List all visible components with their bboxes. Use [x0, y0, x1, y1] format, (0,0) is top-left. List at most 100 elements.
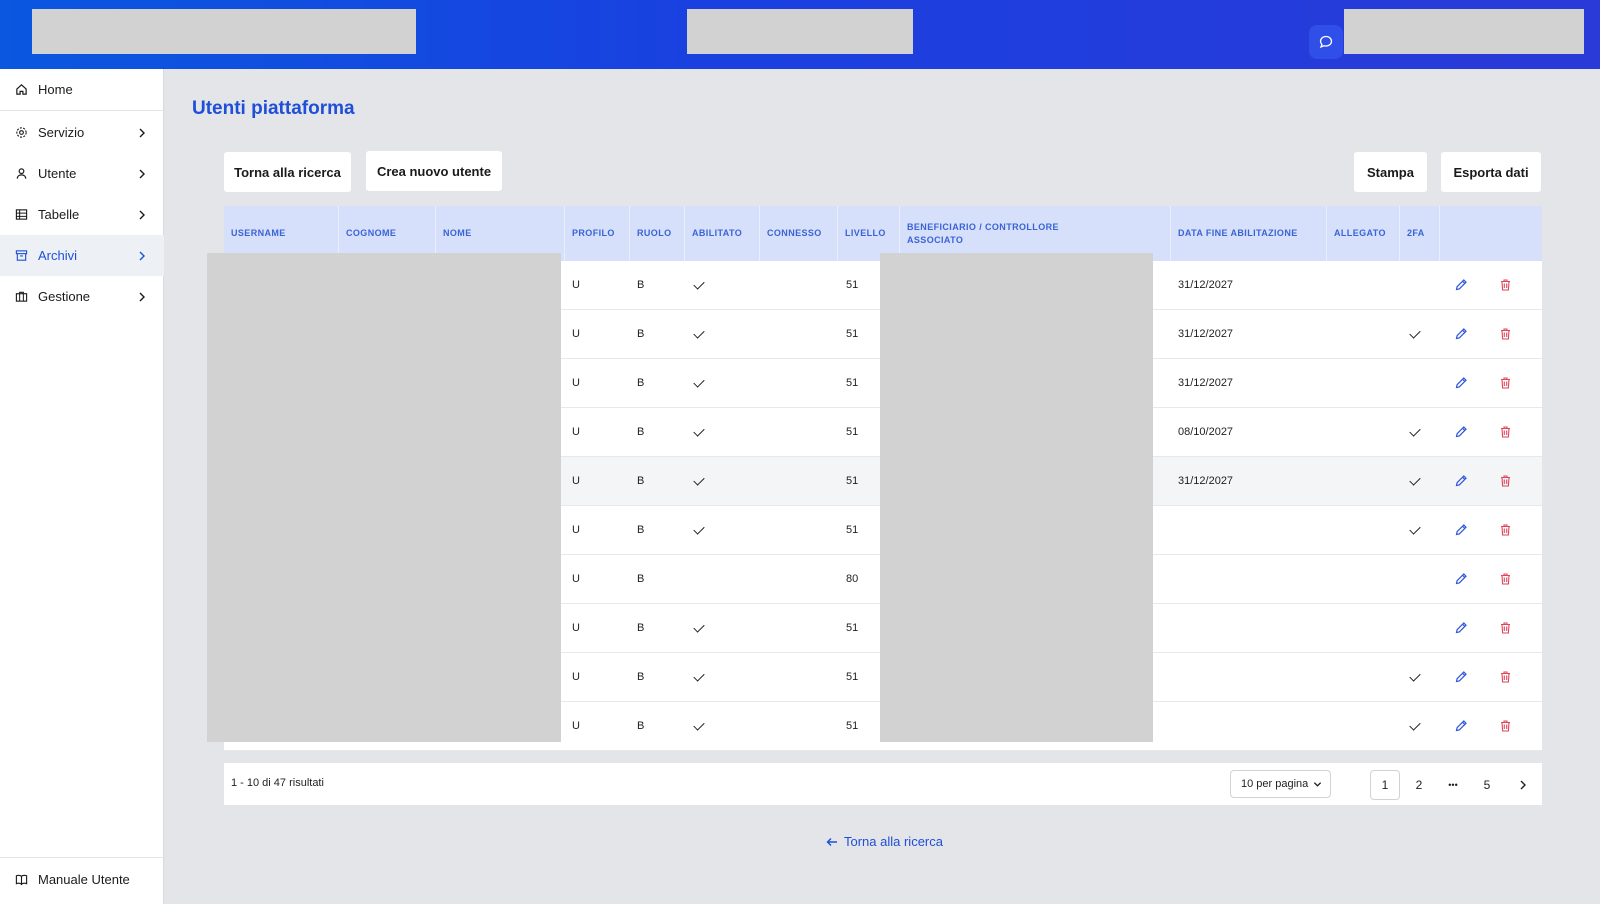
briefcase-icon [14, 290, 28, 304]
chat-button[interactable] [1309, 25, 1343, 59]
page-button-2[interactable]: 2 [1404, 770, 1434, 800]
cell-ruolo: B [637, 475, 645, 487]
cell-livello: 51 [846, 475, 859, 487]
cell-2fa [1409, 408, 1421, 456]
delete-button[interactable] [1496, 374, 1514, 392]
page-button-1[interactable]: 1 [1370, 770, 1400, 800]
sidebar-item-archivi[interactable]: Archivi [0, 235, 164, 276]
delete-button[interactable] [1496, 472, 1514, 490]
cell-2fa [1409, 653, 1421, 701]
trash-icon [1499, 621, 1512, 635]
print-button[interactable]: Stampa [1354, 152, 1427, 192]
delete-button[interactable] [1496, 717, 1514, 735]
cell-livello: 51 [846, 671, 859, 683]
sidebar-item-home[interactable]: Home [0, 69, 164, 110]
trash-icon [1499, 670, 1512, 684]
sidebar-item-gestione[interactable]: Gestione [0, 276, 164, 317]
delete-button[interactable] [1496, 521, 1514, 539]
cell-profilo: U [572, 524, 580, 536]
edit-button[interactable] [1452, 717, 1470, 735]
table-icon [14, 208, 28, 222]
gear-icon [14, 126, 28, 140]
redacted-beneficiary [880, 253, 1153, 742]
page-button-5[interactable]: 5 [1472, 770, 1502, 800]
cell-livello: 51 [846, 426, 859, 438]
check-icon [693, 277, 705, 290]
page-title: Utenti piattaforma [192, 98, 355, 119]
back-to-search-link[interactable]: Torna alla ricerca [826, 834, 943, 849]
cell-ruolo: B [637, 279, 645, 291]
back-to-search-button[interactable]: Torna alla ricerca [224, 152, 351, 192]
cell-ruolo: B [637, 720, 645, 732]
edit-button[interactable] [1452, 374, 1470, 392]
cell-profilo: U [572, 720, 580, 732]
sidebar-item-manuale[interactable]: Manuale Utente [0, 859, 164, 900]
cell-profilo: U [572, 573, 580, 585]
column-header-actions [1440, 206, 1542, 261]
trash-icon [1499, 376, 1512, 390]
home-icon [14, 83, 28, 97]
column-header-abilitato[interactable]: ABILITATO [685, 206, 760, 261]
archive-icon [14, 249, 28, 263]
edit-button[interactable] [1452, 423, 1470, 441]
edit-button[interactable] [1452, 521, 1470, 539]
redacted-user-names [207, 253, 561, 742]
delete-button[interactable] [1496, 276, 1514, 294]
column-header-data-fine[interactable]: DATA FINE ABILITAZIONE [1171, 206, 1327, 261]
edit-button[interactable] [1452, 619, 1470, 637]
create-user-button[interactable]: Crea nuovo utente [366, 151, 502, 191]
column-header-2fa[interactable]: 2FA [1400, 206, 1440, 261]
delete-button[interactable] [1496, 570, 1514, 588]
column-header-profilo[interactable]: PROFILO [565, 206, 630, 261]
cell-profilo: U [572, 279, 580, 291]
check-icon [1409, 326, 1421, 339]
delete-button[interactable] [1496, 619, 1514, 637]
sidebar-item-utente[interactable]: Utente [0, 153, 164, 194]
sidebar-item-label: Utente [38, 166, 77, 181]
cell-ruolo: B [637, 622, 645, 634]
edit-button[interactable] [1452, 668, 1470, 686]
check-icon [693, 424, 705, 437]
check-icon [1409, 424, 1421, 437]
edit-button[interactable] [1452, 325, 1470, 343]
cell-2fa [1409, 702, 1421, 750]
check-icon [1409, 473, 1421, 486]
results-count: 1 - 10 di 47 risultati [231, 777, 324, 789]
delete-button[interactable] [1496, 325, 1514, 343]
next-page-button[interactable] [1508, 770, 1538, 800]
cell-profilo: U [572, 475, 580, 487]
trash-icon [1499, 719, 1512, 733]
delete-button[interactable] [1496, 423, 1514, 441]
pencil-icon [1454, 670, 1468, 684]
chevron-down-icon [1313, 780, 1322, 792]
sidebar-item-servizio[interactable]: Servizio [0, 112, 164, 153]
cell-abilitato [693, 604, 705, 652]
check-icon [693, 718, 705, 731]
column-header-connesso[interactable]: CONNESSO [760, 206, 838, 261]
column-header-ruolo[interactable]: RUOLO [630, 206, 685, 261]
cell-livello: 51 [846, 720, 859, 732]
check-icon [693, 522, 705, 535]
trash-icon [1499, 278, 1512, 292]
page-ellipsis: ••• [1448, 780, 1458, 790]
edit-button[interactable] [1452, 472, 1470, 490]
divider [0, 857, 164, 858]
chevron-right-icon [138, 249, 146, 264]
cell-livello: 51 [846, 377, 859, 389]
chat-bubble-icon [1319, 35, 1333, 49]
delete-button[interactable] [1496, 668, 1514, 686]
check-icon [1409, 522, 1421, 535]
back-link-label: Torna alla ricerca [844, 834, 943, 849]
cell-ruolo: B [637, 671, 645, 683]
cell-data-fine: 31/12/2027 [1178, 377, 1234, 389]
per-page-select[interactable]: 10 per pagina [1230, 770, 1331, 798]
edit-button[interactable] [1452, 276, 1470, 294]
cell-ruolo: B [637, 524, 645, 536]
edit-button[interactable] [1452, 570, 1470, 588]
cell-2fa [1409, 310, 1421, 358]
export-data-button[interactable]: Esporta dati [1441, 152, 1541, 192]
column-header-allegato[interactable]: ALLEGATO [1327, 206, 1400, 261]
pencil-icon [1454, 719, 1468, 733]
sidebar: Home Servizio Utente Tabelle Archivi Ges… [0, 69, 164, 904]
sidebar-item-tabelle[interactable]: Tabelle [0, 194, 164, 235]
